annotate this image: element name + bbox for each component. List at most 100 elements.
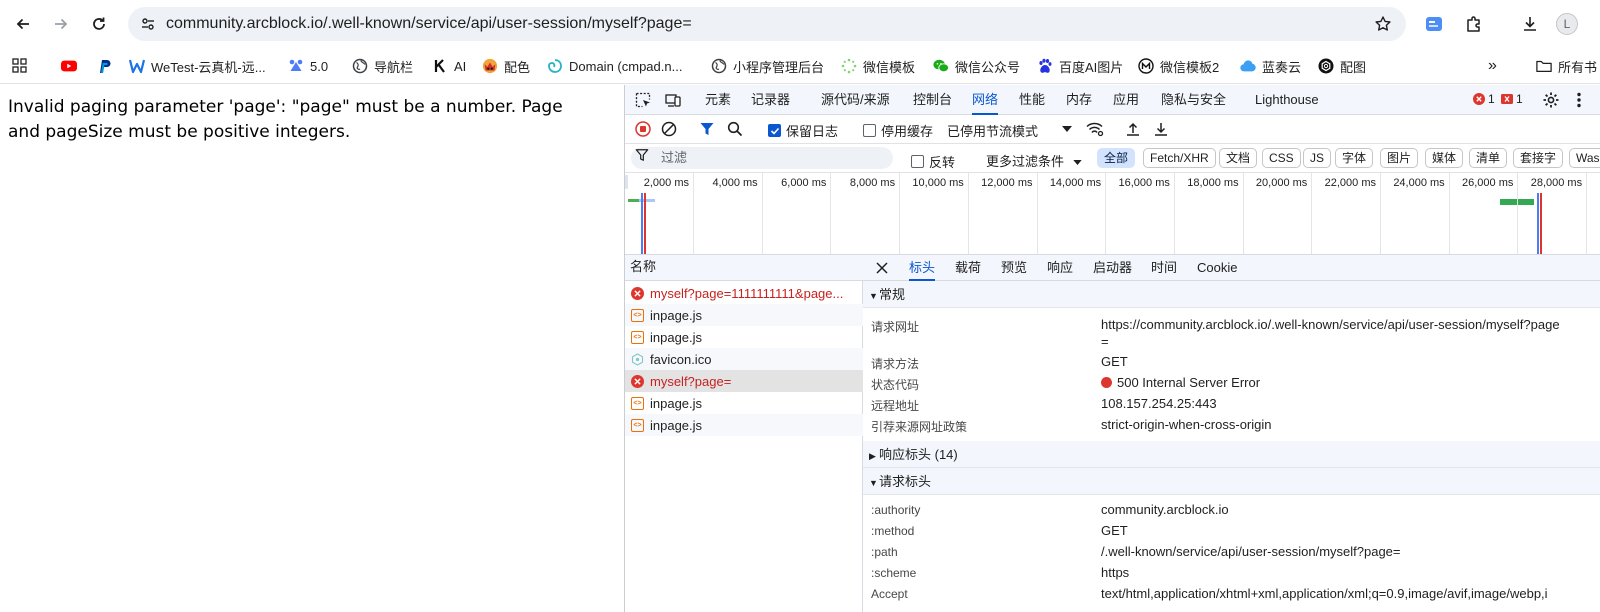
tab-cookies[interactable]: Cookie — [1197, 255, 1237, 281]
checkbox-unchecked[interactable] — [911, 155, 924, 168]
record-button[interactable] — [633, 119, 653, 139]
preserve-log-checkbox[interactable]: 保留日志 — [768, 121, 838, 140]
bookmark-all-folder[interactable]: 所有书 — [1536, 54, 1597, 78]
filter-toggle-button[interactable] — [697, 119, 717, 139]
network-conditions-button[interactable] — [1085, 119, 1105, 139]
bookmark-wechat-template-2[interactable]: 微信模板2 — [1138, 54, 1219, 78]
tab-response[interactable]: 响应 — [1047, 255, 1073, 281]
bookmark-image[interactable]: 配图 — [1318, 54, 1366, 78]
timeline-tick-label: 22,000 ms — [1324, 177, 1376, 189]
filter-type-wasm[interactable]: Wasm — [1569, 148, 1600, 168]
back-button[interactable] — [9, 10, 37, 38]
bookmark-youtube[interactable] — [61, 54, 77, 78]
clear-button[interactable] — [659, 119, 679, 139]
reload-button[interactable] — [85, 10, 113, 38]
wetest-icon — [129, 58, 145, 74]
tab-elements[interactable]: 元素 — [705, 85, 731, 115]
tab-initiator[interactable]: 启动器 — [1093, 255, 1132, 281]
section-request-headers-header[interactable]: ▼请求标头 — [863, 468, 1600, 495]
tab-timing[interactable]: 时间 — [1151, 255, 1177, 281]
filter-type-fetch-xhr[interactable]: Fetch/XHR — [1143, 148, 1216, 168]
youtube-icon — [61, 58, 77, 74]
tab-payload[interactable]: 载荷 — [955, 255, 981, 281]
forward-button[interactable] — [47, 10, 75, 38]
bookmark-ai[interactable]: AI — [432, 54, 466, 78]
more-filters-dropdown[interactable]: 更多过滤条件 — [986, 151, 1082, 170]
bookmark-navbar[interactable]: 导航栏 — [352, 54, 413, 78]
request-row[interactable]: myself?page=1111111111&page... — [625, 282, 863, 304]
column-header-name[interactable]: 名称 — [625, 255, 863, 281]
devtools-settings-button[interactable] — [1541, 90, 1561, 110]
section-response-headers-header[interactable]: ▶ 响应标头 (14) — [863, 441, 1600, 468]
filter-type-img[interactable]: 图片 — [1380, 148, 1419, 168]
request-row[interactable]: <> inpage.js — [625, 304, 863, 326]
bookmarks-overflow-button[interactable]: » — [1488, 54, 1497, 78]
device-toolbar-button[interactable] — [663, 90, 683, 110]
request-row[interactable]: <> inpage.js — [625, 326, 863, 348]
bookmark-domain[interactable]: Domain (cmpad.n... — [547, 54, 682, 78]
site-info-button[interactable] — [136, 12, 160, 36]
request-row[interactable]: <> inpage.js — [625, 392, 863, 414]
url-text[interactable]: community.arcblock.io/.well-known/servic… — [166, 15, 692, 33]
checkbox-unchecked[interactable] — [863, 124, 876, 137]
tab-memory[interactable]: 内存 — [1066, 85, 1092, 115]
throttling-select[interactable]: 已停用节流模式 — [947, 121, 1038, 140]
address-bar[interactable]: community.arcblock.io/.well-known/servic… — [128, 7, 1406, 41]
bookmark-paypal[interactable] — [96, 54, 112, 78]
checkbox-checked[interactable] — [768, 124, 781, 137]
filter-type-js[interactable]: JS — [1303, 148, 1332, 168]
filter-input[interactable]: 过滤 — [631, 147, 893, 169]
filter-type-font[interactable]: 字体 — [1335, 148, 1374, 168]
error-counter[interactable]: 1 — [1473, 92, 1495, 106]
error-count: 1 — [1488, 92, 1495, 106]
bookmark-star-button[interactable] — [1372, 13, 1394, 35]
tab-sources[interactable]: 源代码/来源 — [821, 85, 890, 115]
tab-privacy-security[interactable]: 隐私与安全 — [1161, 85, 1226, 115]
request-row[interactable]: favicon.ico — [625, 348, 863, 370]
tab-headers[interactable]: 标头 — [909, 255, 936, 281]
filter-type-manifest[interactable]: 清单 — [1469, 148, 1508, 168]
search-button[interactable] — [725, 119, 745, 139]
bookmark-baidu-ai[interactable]: 百度AI图片 — [1037, 54, 1123, 78]
devtools-more-button[interactable] — [1569, 90, 1589, 110]
bookmark-label: WeTest-云真机-远... — [151, 59, 266, 75]
request-row[interactable]: <> inpage.js — [625, 414, 863, 436]
request-row-selected[interactable]: myself?page= — [625, 370, 863, 392]
bookmark-miniprogram[interactable]: 小程序管理后台 — [711, 54, 824, 78]
bookmark-palette[interactable]: 配色 — [482, 54, 530, 78]
export-har-button[interactable] — [1151, 119, 1171, 139]
filter-type-ws[interactable]: 套接字 — [1513, 148, 1564, 168]
issues-counter[interactable]: 1 — [1501, 92, 1523, 106]
throttling-dropdown-arrow[interactable] — [1057, 119, 1077, 139]
section-general-header[interactable]: ▼常规 — [863, 281, 1600, 308]
import-har-button[interactable] — [1123, 119, 1143, 139]
network-overview-timeline[interactable]: 2,000 ms 4,000 ms 6,000 ms 8,000 ms 10,000 m… — [625, 173, 1600, 255]
browser-toolbar: community.arcblock.io/.well-known/servic… — [0, 0, 1600, 48]
search-icon — [727, 121, 743, 137]
tab-performance[interactable]: 性能 — [1019, 85, 1045, 115]
bookmark-5-0[interactable]: 5.0 — [288, 54, 328, 78]
bookmark-wetest[interactable]: WeTest-云真机-远... — [129, 54, 266, 78]
tab-console[interactable]: 控制台 — [913, 85, 952, 115]
tab-preview[interactable]: 预览 — [1001, 255, 1027, 281]
filter-type-css[interactable]: CSS — [1262, 148, 1301, 168]
filter-type-media[interactable]: 媒体 — [1425, 148, 1464, 168]
inspect-element-button[interactable] — [633, 90, 653, 110]
bookmark-wechat-template[interactable]: 微信模板 — [841, 54, 915, 78]
bookmark-wechat-official[interactable]: 微信公众号 — [933, 54, 1020, 78]
extensions-button[interactable] — [1462, 12, 1486, 36]
tab-lighthouse[interactable]: Lighthouse — [1255, 85, 1319, 115]
disable-cache-checkbox[interactable]: 停用缓存 — [863, 121, 933, 140]
profile-avatar[interactable]: L — [1556, 13, 1578, 35]
bookmark-lanzou[interactable]: 蓝奏云 — [1240, 54, 1301, 78]
tab-network[interactable]: 网络 — [972, 85, 999, 115]
close-details-button[interactable] — [875, 261, 889, 275]
downloads-button[interactable] — [1518, 12, 1542, 36]
filter-type-doc[interactable]: 文档 — [1219, 148, 1258, 168]
invert-checkbox[interactable]: 反转 — [911, 152, 955, 171]
tab-application[interactable]: 应用 — [1113, 85, 1139, 115]
tab-recorder[interactable]: 记录器 — [751, 85, 790, 115]
extension-badge-button[interactable] — [1422, 12, 1446, 36]
bookmark-apps[interactable] — [12, 54, 28, 78]
filter-type-all[interactable]: 全部 — [1097, 148, 1136, 168]
